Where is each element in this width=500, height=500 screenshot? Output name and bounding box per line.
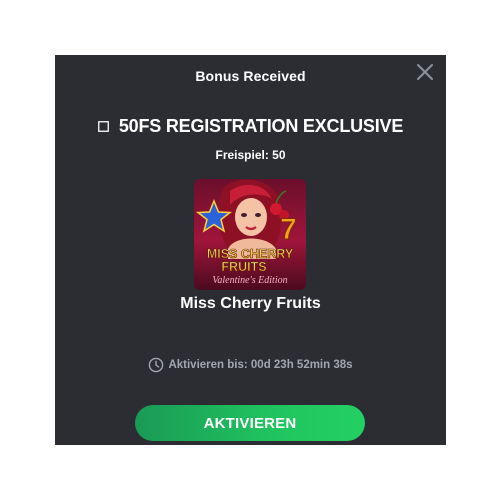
promo-title: 50FS REGISTRATION EXCLUSIVE: [118, 116, 404, 136]
game-thumbnail[interactable]: 7 MISS CHERRY FRUITS Valentine's Edition: [194, 179, 306, 290]
freespins-count: Freispiel: 50: [215, 148, 286, 162]
gift-icon: [97, 121, 109, 132]
close-icon[interactable]: [414, 61, 436, 83]
thumbnail-title-line2: FRUITS: [221, 260, 266, 274]
promo-header: 50FS REGISTRATION EXCLUSIVE: [55, 116, 446, 137]
bonus-modal: Bonus Received 50FS REGISTRATION EXCLUSI…: [55, 55, 446, 445]
modal-title: Bonus Received: [195, 68, 306, 84]
timer-label: Aktivieren bis: 00d 23h 52min 38s: [168, 359, 353, 371]
thumbnail-subtitle: Valentine's Edition: [212, 275, 287, 286]
game-name: Miss Cherry Fruits: [180, 295, 321, 312]
activation-timer: Aktivieren bis: 00d 23h 52min 38s: [55, 357, 446, 373]
svg-text:7: 7: [280, 213, 297, 246]
clock-icon: [149, 357, 164, 373]
activate-button[interactable]: AKTIVIEREN: [135, 405, 365, 441]
thumbnail-title-line1: MISS CHERRY: [207, 247, 294, 261]
